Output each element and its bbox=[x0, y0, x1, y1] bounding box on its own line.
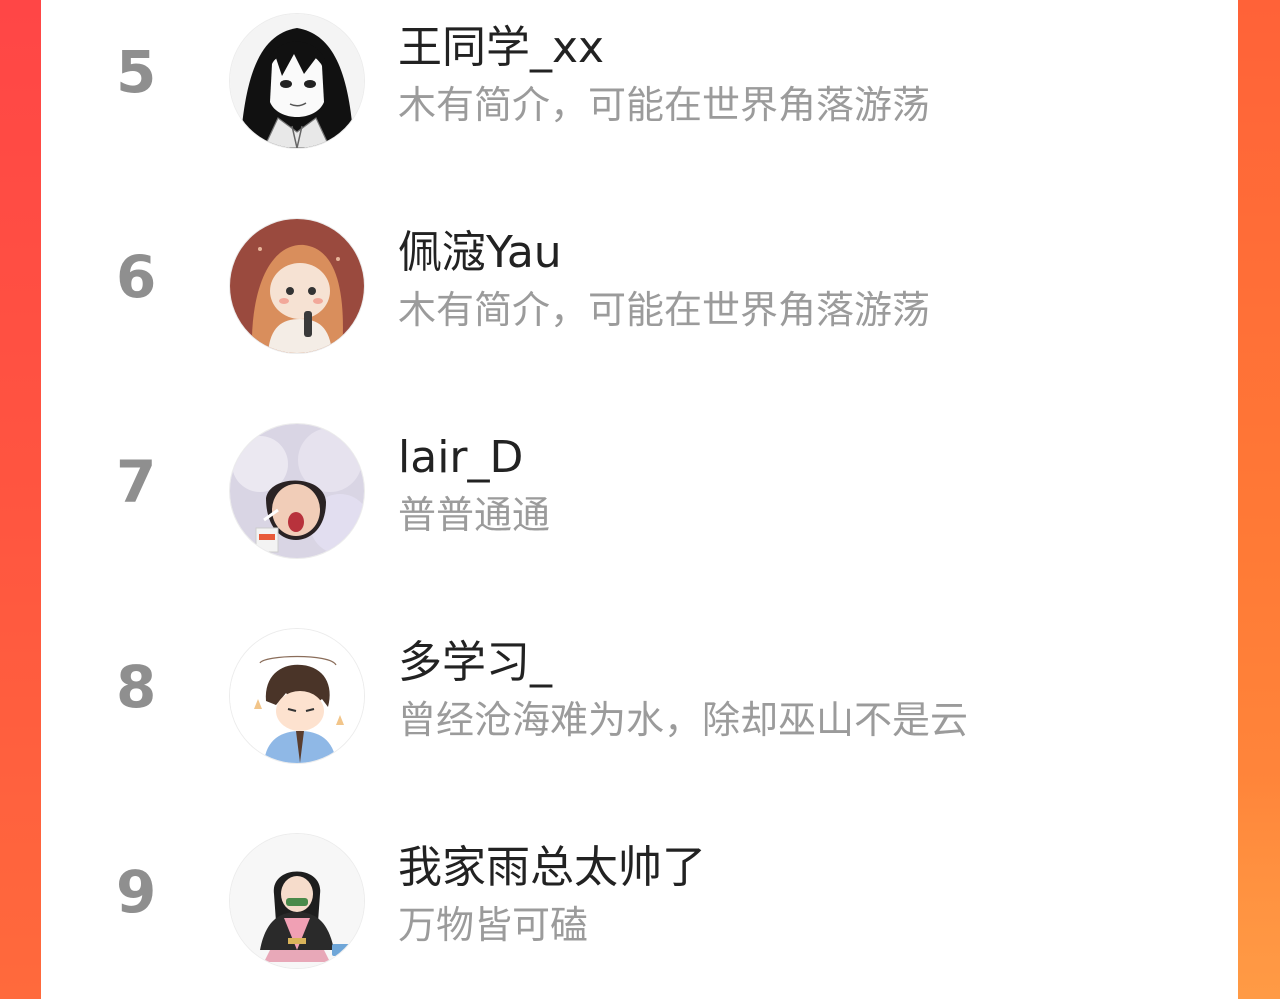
user-bio: 木有简介，可能在世界角落游荡 bbox=[398, 83, 931, 127]
user-name[interactable]: 王同学_xx bbox=[398, 20, 604, 76]
user-bio: 曾经沧海难为水，除却巫山不是云 bbox=[398, 698, 969, 742]
ranking-row[interactable]: 7 lair_D 普普通通 bbox=[41, 410, 1238, 560]
user-bio: 木有简介，可能在世界角落游荡 bbox=[398, 288, 931, 332]
ranking-list[interactable]: 5 王同学_xx 木有简介，可能在世界角落游荡 6 佩滱Yau 木有简介，可能在… bbox=[41, 0, 1238, 999]
ranking-row[interactable]: 6 佩滱Yau 木有简介，可能在世界角落游荡 bbox=[41, 205, 1238, 355]
user-name[interactable]: lair_D bbox=[398, 430, 523, 486]
rank-number: 6 bbox=[116, 243, 157, 311]
ranking-row[interactable]: 8 多学习_ 曾经沧海难为水，除却巫山不是云 bbox=[41, 615, 1238, 765]
avatar-manga-girl-icon[interactable] bbox=[230, 14, 364, 148]
left-gradient-border bbox=[0, 0, 41, 999]
rank-number: 7 bbox=[116, 448, 157, 516]
user-name[interactable]: 佩滱Yau bbox=[398, 225, 562, 281]
ranking-row[interactable]: 9 我家雨总太帅了 万物皆可磕 bbox=[41, 820, 1238, 970]
user-bio: 普普通通 bbox=[398, 493, 551, 537]
ranking-row[interactable]: 5 王同学_xx 木有简介，可能在世界角落游荡 bbox=[41, 0, 1238, 150]
avatar-photo-girl-icon[interactable] bbox=[230, 424, 364, 558]
rank-number: 8 bbox=[116, 653, 157, 721]
right-gradient-border bbox=[1238, 0, 1280, 999]
user-name[interactable]: 多学习_ bbox=[398, 635, 552, 691]
avatar-anime-figure-icon[interactable] bbox=[230, 834, 364, 968]
avatar-cartoon-boy-icon[interactable] bbox=[230, 629, 364, 763]
rank-number: 5 bbox=[116, 38, 157, 106]
user-name[interactable]: 我家雨总太帅了 bbox=[398, 840, 706, 896]
avatar-illustrated-girl-icon[interactable] bbox=[230, 219, 364, 353]
user-bio: 万物皆可磕 bbox=[398, 903, 589, 947]
rank-number: 9 bbox=[116, 858, 157, 926]
